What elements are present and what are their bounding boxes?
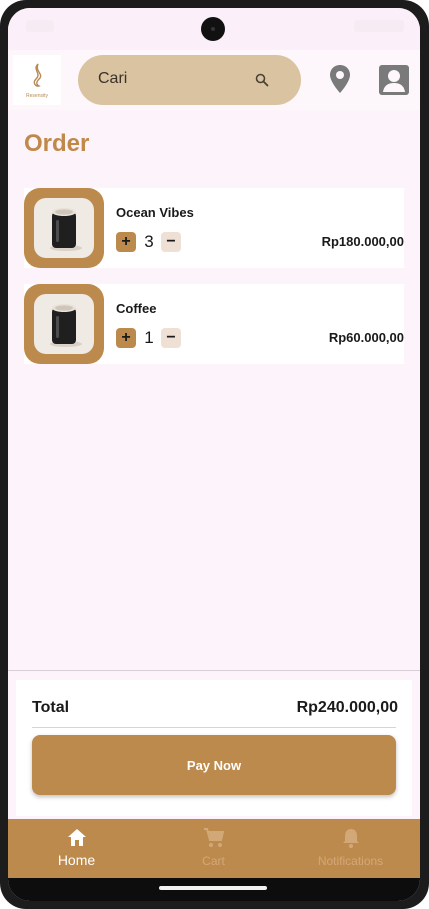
account-icon[interactable] [378,64,410,96]
order-item: Ocean Vibes + 3 − Rp180.000,00 [24,188,404,268]
product-image-frame [34,294,94,354]
nav-home[interactable]: Home [8,819,145,878]
item-price: Rp180.000,00 [321,234,404,249]
search-input[interactable]: Cari [78,55,301,105]
summary-divider [8,670,420,671]
location-pin-icon[interactable] [329,64,351,94]
nav-cart[interactable]: Cart [145,819,282,878]
product-image-frame [34,198,94,258]
logo-text: Resensity [26,92,48,99]
candle-jar-icon [50,208,82,251]
bell-icon [343,829,359,848]
product-image[interactable] [24,284,104,364]
total-label: Total [32,699,70,716]
brand-logo[interactable]: Resensity [13,55,61,105]
item-price: Rp60.000,00 [328,330,404,345]
cart-icon [204,828,225,847]
app-bar: Resensity Cari [8,50,420,110]
order-item: Coffee + 1 − Rp60.000,00 [24,284,404,364]
bottom-navigation: Home Cart Notifications [8,819,420,878]
increase-quantity-button[interactable]: + [116,328,136,348]
quantity-value: 3 [144,232,154,251]
home-gesture-handle[interactable] [159,886,267,890]
app-screen: Resensity Cari Order Ocean Vibes + 3 − R… [8,8,420,901]
candle-jar-icon [50,304,82,347]
page-title: Order [24,130,90,157]
increase-quantity-button[interactable]: + [116,232,136,252]
search-placeholder: Cari [98,70,128,87]
device-frame: Resensity Cari Order Ocean Vibes + 3 − R… [0,0,429,909]
nav-notifications-label: Notifications [317,854,384,868]
decrease-quantity-button[interactable]: − [161,328,181,348]
home-icon [68,829,86,846]
total-value: Rp240.000,00 [296,699,398,716]
pay-now-button[interactable]: Pay Now [32,735,396,795]
item-name: Ocean Vibes [116,205,194,220]
nav-home-label: Home [57,852,96,868]
status-icons [354,20,404,32]
search-icon[interactable] [254,72,270,88]
gesture-bar [8,878,420,901]
nav-notifications[interactable]: Notifications [282,819,419,878]
total-divider [32,727,396,728]
decrease-quantity-button[interactable]: − [161,232,181,252]
product-image[interactable] [24,188,104,268]
front-camera [201,17,225,41]
order-summary: Total Rp240.000,00 Pay Now [16,680,412,816]
item-name: Coffee [116,301,157,316]
status-bar [8,8,420,50]
flame-logo-icon [33,63,42,87]
status-time [26,20,54,32]
quantity-value: 1 [144,328,154,347]
nav-cart-label: Cart [202,854,225,868]
